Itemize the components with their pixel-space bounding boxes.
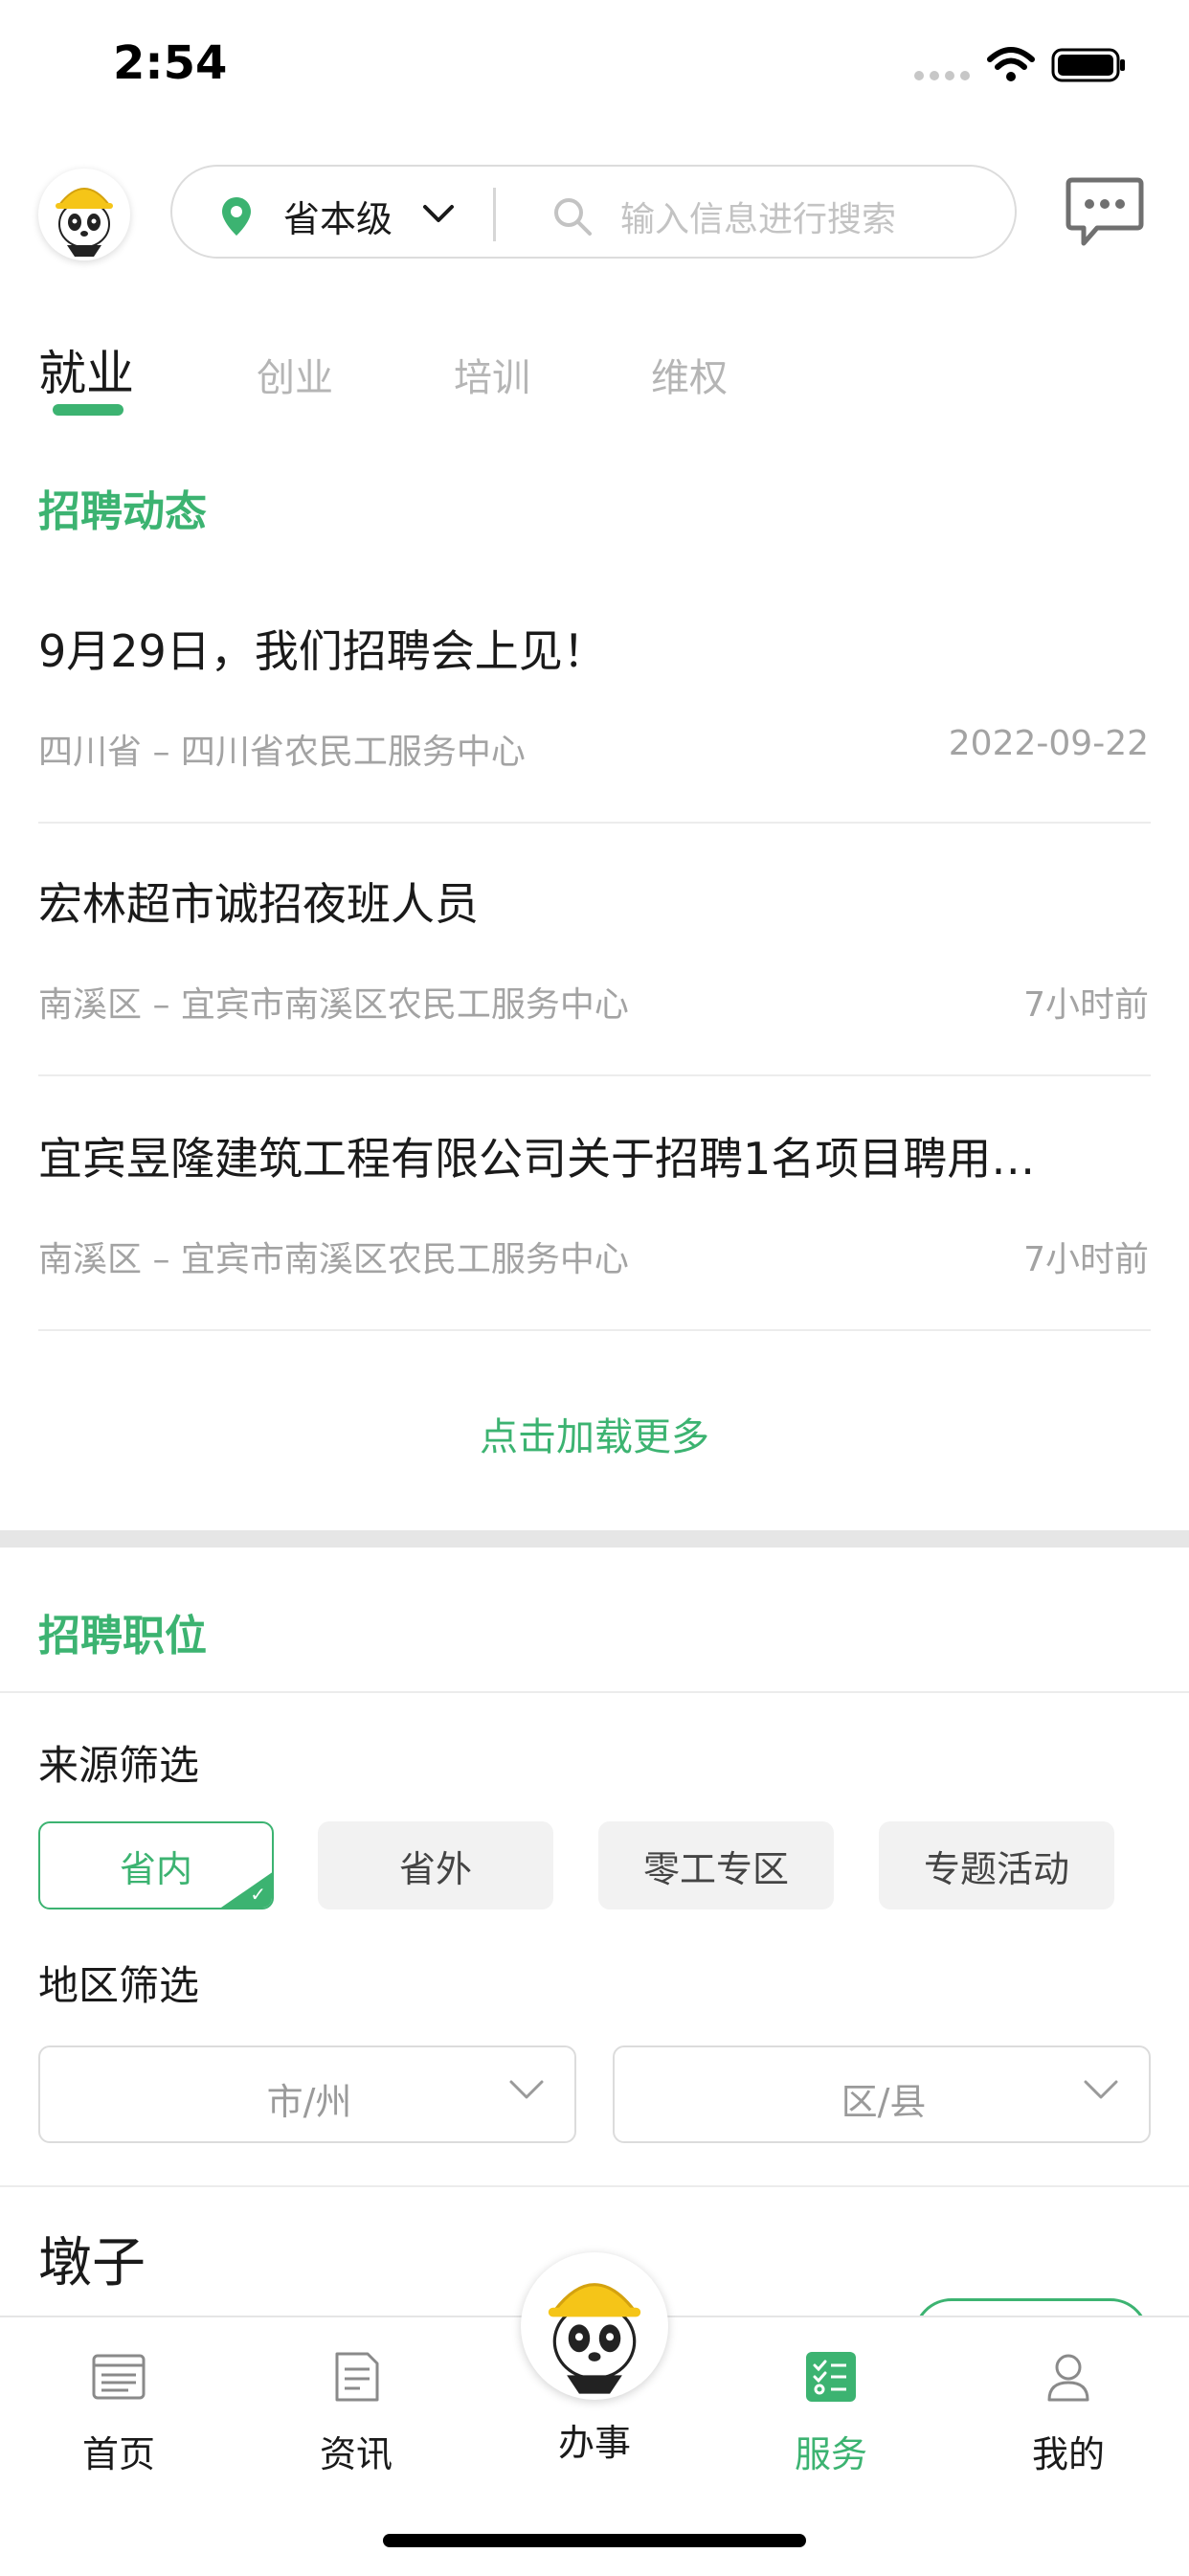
chip-label: 零工专区: [642, 1847, 789, 1890]
news-icon: [335, 2352, 379, 2402]
status-time: 2:54: [113, 36, 228, 90]
person-icon: [1047, 2354, 1089, 2402]
search-divider: [493, 188, 496, 241]
search-input[interactable]: 输入信息进行搜索: [620, 192, 896, 241]
source-chip-gig-zone[interactable]: 零工专区: [598, 1821, 834, 1909]
check-icon: ✓: [250, 1883, 266, 1906]
cellular-signal-icon: [914, 71, 970, 80]
divider: [38, 1329, 1151, 1331]
nav-affairs-button[interactable]: [521, 2252, 668, 2400]
nav-affairs-label: 办事: [557, 2422, 631, 2464]
job-item-title[interactable]: 墩子: [38, 2220, 146, 2297]
battery-icon: [1051, 48, 1125, 82]
divider: [0, 1691, 1189, 1693]
active-tab-indicator: [53, 404, 123, 416]
chip-label: 专题活动: [923, 1847, 1069, 1890]
news-item-title[interactable]: 宜宾昱隆建筑工程有限公司关于招聘1名项目聘用…: [38, 1124, 1151, 1187]
news-item-time: 7小时前: [1023, 985, 1149, 1025]
nav-home-label: 首页: [81, 2433, 155, 2475]
divider: [38, 822, 1151, 824]
district-select[interactable]: 区/县: [613, 2045, 1151, 2143]
chevron-down-icon: [1084, 2080, 1118, 2099]
news-item-source: 南溪区 – 宜宾市南溪区农民工服务中心: [38, 985, 629, 1025]
nav-service-label: 服务: [794, 2433, 867, 2475]
city-select-value: 市/州: [266, 2081, 352, 2123]
source-filter-label: 来源筛选: [38, 1742, 200, 1789]
tab-employment[interactable]: 就业: [38, 335, 134, 404]
tab-rights[interactable]: 维权: [651, 347, 728, 402]
news-item-title[interactable]: 宏林超市诚招夜班人员: [38, 870, 1151, 933]
panda-mascot-icon: [548, 2283, 641, 2394]
news-item-time: 7小时前: [1023, 1240, 1149, 1279]
load-more-button[interactable]: 点击加载更多: [0, 1406, 1189, 1461]
search-icon: [554, 198, 592, 236]
jobs-section-title: 招聘职位: [38, 1612, 207, 1661]
news-item-source: 四川省 – 四川省农民工服务中心: [38, 733, 526, 772]
chip-label: 省内: [119, 1847, 192, 1890]
tab-training[interactable]: 培训: [454, 347, 530, 402]
chevron-down-icon[interactable]: [421, 203, 456, 226]
news-item-title[interactable]: 9月29日，我们招聘会上见！: [38, 617, 1151, 680]
news-item-source: 南溪区 – 宜宾市南溪区农民工服务中心: [38, 1240, 629, 1279]
source-chip-out-province[interactable]: 省外: [318, 1821, 553, 1909]
source-chip-in-province[interactable]: 省内 ✓: [38, 1821, 274, 1909]
region-filter-label: 地区筛选: [38, 1962, 200, 2009]
nav-mine-label: 我的: [1031, 2433, 1105, 2475]
divider: [38, 1074, 1151, 1076]
message-icon[interactable]: [1065, 176, 1145, 249]
location-selector[interactable]: 省本级: [283, 190, 393, 242]
home-list-icon: [92, 2354, 146, 2400]
service-checklist-icon: [806, 2352, 856, 2402]
nav-news-label: 资讯: [319, 2433, 393, 2475]
wifi-icon: [987, 47, 1035, 81]
panda-mascot-icon: [56, 188, 113, 257]
home-indicator[interactable]: [383, 2534, 806, 2547]
chip-label: 省外: [398, 1847, 472, 1890]
tab-entrepreneurship[interactable]: 创业: [257, 347, 333, 402]
source-chip-special-events[interactable]: 专题活动: [879, 1821, 1114, 1909]
news-section-title: 招聘动态: [38, 487, 207, 536]
chevron-down-icon: [509, 2080, 544, 2099]
news-item-time: 2022-09-22: [948, 724, 1149, 763]
section-separator: [0, 1530, 1189, 1548]
user-avatar[interactable]: [38, 169, 130, 260]
location-pin-icon: [222, 197, 251, 236]
district-select-value: 区/县: [841, 2081, 927, 2123]
city-select[interactable]: 市/州: [38, 2045, 576, 2143]
divider: [0, 2185, 1189, 2187]
